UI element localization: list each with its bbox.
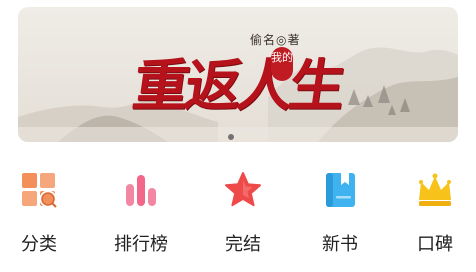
- nav-label-reputation: 口碑: [417, 234, 453, 255]
- star-icon: [225, 172, 261, 207]
- crown-icon: [419, 173, 451, 206]
- banner-carousel[interactable]: 偷名◎著 重返人生 我的: [18, 7, 458, 142]
- nav-label-newbook: 新书: [322, 234, 358, 255]
- nav-label-category: 分类: [21, 234, 57, 255]
- nav-label-finished: 完结: [225, 234, 261, 255]
- banner-title-seal: 我的: [271, 47, 293, 81]
- nav-item-finished[interactable]: 完结: [208, 160, 278, 256]
- category-nav: 分类 排行榜 完结 新书 口碑: [0, 160, 476, 260]
- carousel-dot-active: [228, 134, 234, 140]
- nav-label-ranking: 排行榜: [114, 234, 168, 255]
- ranking-bars-icon: [126, 175, 156, 206]
- nav-item-reputation[interactable]: 口碑: [400, 160, 470, 256]
- banner-title-main: 重返人生: [128, 53, 347, 119]
- nav-item-category[interactable]: 分类: [4, 160, 74, 256]
- category-grid-icon: [22, 173, 59, 210]
- new-book-icon: [326, 173, 355, 207]
- banner-title: 重返人生 我的: [129, 41, 394, 119]
- nav-item-ranking[interactable]: 排行榜: [106, 160, 176, 256]
- nav-item-newbook[interactable]: 新书: [305, 160, 375, 256]
